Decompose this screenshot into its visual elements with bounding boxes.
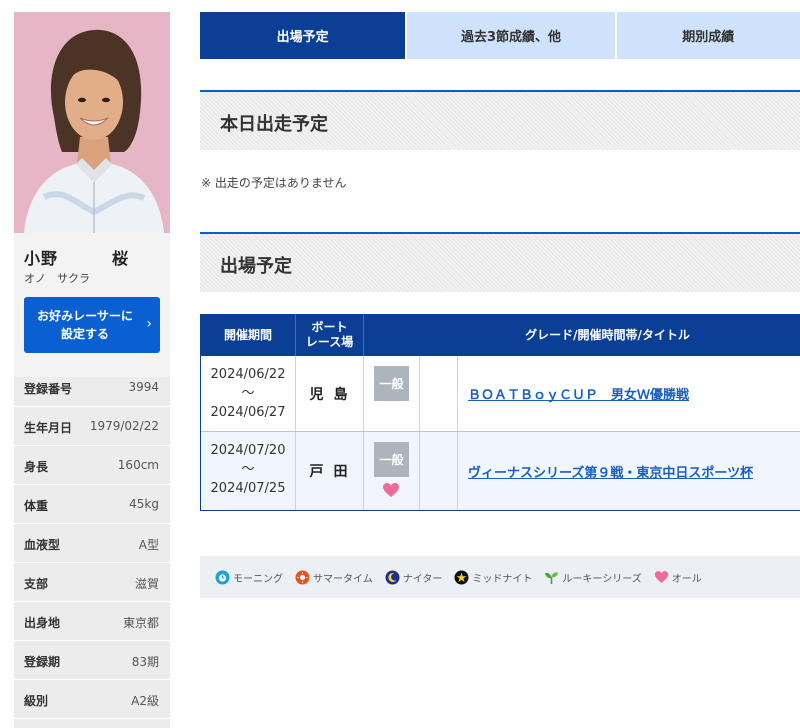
legend-item-nighter: ナイター: [385, 570, 443, 585]
legend-item-rookie-series: ルーキーシリーズ: [544, 570, 642, 585]
racer-stats-list: 登録番号 3994 生年月日 1979/02/22 身長 160cm 体重 45…: [14, 368, 170, 719]
stat-birth-date: 生年月日 1979/02/22: [14, 407, 170, 446]
morning-icon: [215, 570, 230, 584]
today-section-header: 本日出走予定: [200, 90, 800, 150]
today-section-title: 本日出走予定: [220, 114, 328, 135]
racer-profile: 小野 桜 オノ サクラ お好みレーサーに 設定する › 登録番号 3994 生年…: [14, 12, 170, 728]
stat-label: 出身地: [24, 616, 61, 630]
race-title-cell: ヴィーナスシリーズ第９戦・東京中日スポーツ杯: [458, 432, 800, 510]
racer-photo: [14, 12, 170, 233]
stat-value: 160cm: [117, 458, 159, 472]
stat-label: 血液型: [24, 538, 61, 552]
race-grade-cell: 一般: [364, 356, 420, 431]
stat-label: 身長: [24, 460, 49, 474]
ladies-heart-icon: [654, 571, 668, 583]
racer-given-name: 桜: [112, 249, 130, 268]
stat-birthplace: 出身地 東京都: [14, 602, 170, 641]
tab-past-three-results[interactable]: 過去3節成績、他: [407, 12, 617, 59]
race-start-date: 2024/07/20: [210, 443, 286, 458]
legend-label: ルーキーシリーズ: [562, 573, 642, 585]
stat-blood-type: 血液型 A型: [14, 524, 170, 563]
race-title-link[interactable]: ＢＯＡＴＢｏｙＣＵＰ 男女Ｗ優勝戦: [468, 384, 689, 403]
race-period: 2024/06/22 ～ 2024/06/27: [201, 356, 296, 431]
stat-registration-term: 登録期 83期: [14, 641, 170, 680]
date-range-tilde: ～: [241, 386, 255, 401]
stat-value: 滋賀: [134, 577, 159, 591]
chevron-right-icon: ›: [146, 316, 152, 332]
stat-value: 1979/02/22: [89, 419, 159, 433]
race-venue: 児島: [296, 356, 364, 431]
icon-legend: モーニング サマータイム ナイター ミッドナイト ルーキーシリーズ オール: [200, 556, 800, 598]
ladies-heart-icon: [383, 483, 399, 497]
stat-label: 支部: [24, 577, 49, 591]
legend-item-ladies: オール: [654, 570, 702, 585]
profile-tabs: 出場予定 過去3節成績、他 期別成績: [200, 12, 800, 59]
stat-value: A2級: [131, 694, 159, 708]
stat-value: 3994: [128, 380, 159, 394]
stat-height: 身長 160cm: [14, 446, 170, 485]
legend-label: オール: [671, 573, 702, 585]
racer-name-box: 小野 桜 オノ サクラ お好みレーサーに 設定する ›: [14, 233, 170, 377]
upcoming-section-title: 出場予定: [220, 256, 292, 277]
stat-value: A型: [138, 538, 159, 552]
legend-label: ナイター: [402, 573, 443, 585]
stat-value: 83期: [131, 655, 159, 669]
set-favorite-racer-button[interactable]: お好みレーサーに 設定する ›: [24, 297, 160, 353]
stat-label: 級別: [24, 694, 49, 708]
race-period: 2024/07/20 ～ 2024/07/25: [201, 432, 296, 510]
stat-value: 東京都: [122, 616, 159, 630]
column-venue-line1: ボート: [311, 320, 348, 334]
stat-value: 45kg: [129, 497, 159, 511]
racer-family-name: 小野: [24, 249, 59, 268]
upcoming-section-header: 出場予定: [200, 232, 800, 292]
race-time-slot-cell: [420, 432, 458, 510]
stat-registration-number: 登録番号 3994: [14, 368, 170, 407]
legend-item-summer-time: サマータイム: [295, 570, 373, 585]
race-title-cell: ＢＯＡＴＢｏｙＣＵＰ 男女Ｗ優勝戦: [458, 356, 800, 431]
legend-label: ミッドナイト: [472, 573, 533, 585]
stat-label: 登録期: [24, 655, 61, 669]
summer-time-icon: [295, 570, 310, 584]
legend-item-morning: モーニング: [215, 570, 283, 585]
stat-label: 体重: [24, 499, 49, 513]
stat-branch: 支部 滋賀: [14, 563, 170, 602]
stat-label: 生年月日: [24, 421, 73, 435]
favorite-button-label-line2: 設定する: [60, 327, 109, 341]
table-header: 開催期間 ボート レース場 グレード/開催時間帯/タイトル: [201, 314, 800, 356]
tab-upcoming-races[interactable]: 出場予定: [200, 12, 408, 59]
column-venue: ボート レース場: [296, 314, 364, 356]
legend-label: サマータイム: [313, 573, 373, 585]
race-grade-cell: 一般: [364, 432, 420, 510]
race-time-slot-cell: [420, 356, 458, 431]
race-venue: 戸田: [296, 432, 364, 510]
no-race-notice: ※ 出走の予定はありません: [201, 176, 347, 190]
race-title-link[interactable]: ヴィーナスシリーズ第９戦・東京中日スポーツ杯: [468, 462, 753, 481]
race-end-date: 2024/07/25: [210, 481, 286, 496]
upcoming-races-table: 開催期間 ボート レース場 グレード/開催時間帯/タイトル 2024/06/22…: [200, 314, 800, 511]
race-start-date: 2024/06/22: [210, 367, 286, 382]
stat-weight: 体重 45kg: [14, 485, 170, 524]
column-venue-line2: レース場: [305, 335, 354, 349]
stat-label: 登録番号: [24, 382, 73, 396]
legend-item-midnight: ミッドナイト: [454, 570, 532, 585]
column-grade-title: グレード/開催時間帯/タイトル: [525, 327, 690, 342]
favorite-button-label-line1: お好みレーサーに: [37, 309, 133, 323]
column-period: 開催期間: [201, 314, 296, 356]
table-row: 2024/07/20 ～ 2024/07/25 戸田 一般 ヴィーナスシリーズ第…: [201, 432, 800, 510]
race-end-date: 2024/06/27: [210, 405, 286, 420]
date-range-tilde: ～: [241, 462, 255, 477]
grade-badge: 一般: [374, 366, 409, 401]
legend-label: モーニング: [233, 573, 283, 585]
grade-badge: 一般: [374, 442, 409, 477]
stat-class: 級別 A2級: [14, 680, 170, 719]
tab-term-results[interactable]: 期別成績: [616, 12, 800, 59]
racer-name-kana: オノ サクラ: [24, 272, 90, 285]
table-row: 2024/06/22 ～ 2024/06/27 児島 一般 ＢＯＡＴＢｏｙＣＵＰ…: [201, 356, 800, 432]
midnight-icon: [454, 570, 469, 584]
racer-name: 小野 桜: [24, 245, 128, 269]
nighter-icon: [385, 570, 400, 584]
rookie-series-icon: [545, 571, 559, 584]
